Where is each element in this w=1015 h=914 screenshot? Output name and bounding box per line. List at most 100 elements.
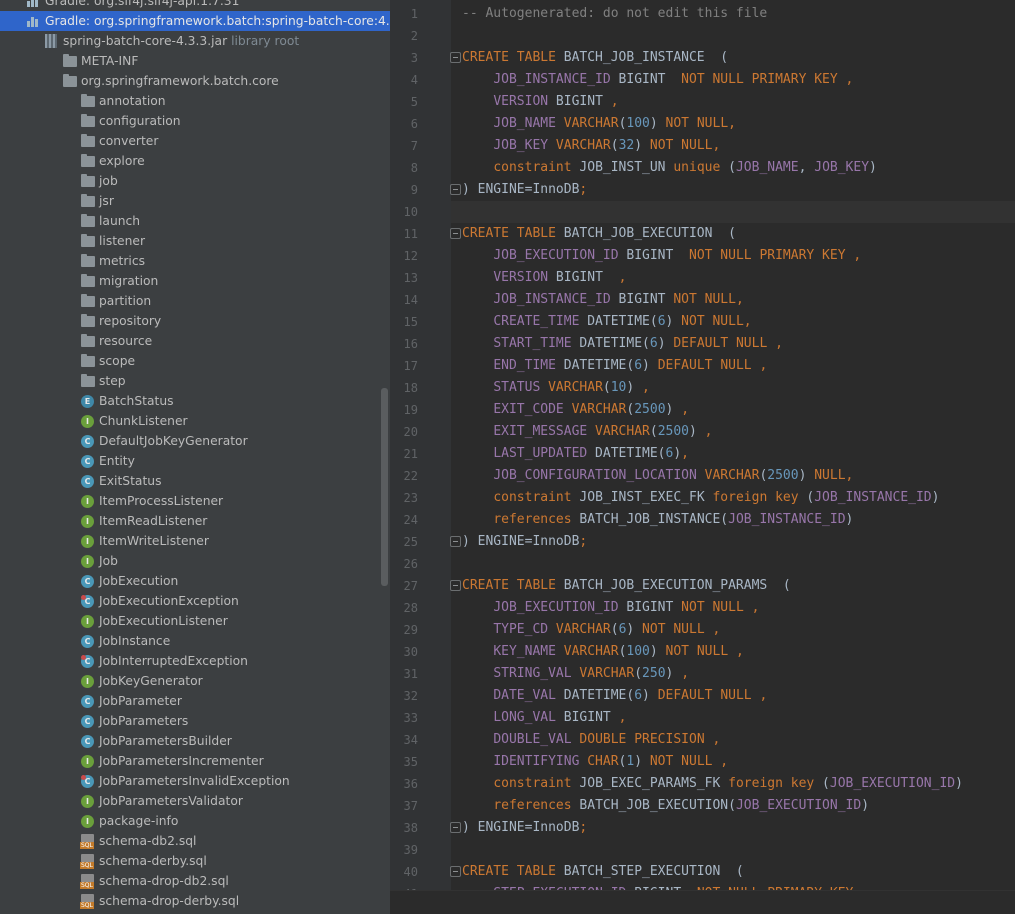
chevron-right-icon[interactable] [63, 351, 75, 371]
tree-row[interactable]: C JobParameters [0, 711, 390, 731]
tree-row[interactable]: schema-db2.sql [0, 831, 390, 851]
tree-row[interactable]: C DefaultJobKeyGenerator [0, 431, 390, 451]
code-line[interactable]: CREATE_TIME DATETIME(6) NOT NULL, [462, 311, 751, 333]
tree-row[interactable]: resource [0, 331, 390, 351]
tree-row[interactable]: job [0, 171, 390, 191]
chevron-right-icon[interactable] [63, 691, 75, 711]
chevron-right-icon[interactable] [63, 371, 75, 391]
tree-row[interactable]: converter [0, 131, 390, 151]
code-line[interactable]: constraint JOB_EXEC_PARAMS_FK foreign ke… [462, 773, 963, 795]
code-line[interactable]: JOB_EXECUTION_ID BIGINT NOT NULL , [462, 597, 759, 619]
chevron-right-icon[interactable] [63, 171, 75, 191]
tree-row[interactable]: E BatchStatus [0, 391, 390, 411]
code-line[interactable]: VERSION BIGINT , [462, 267, 626, 289]
tree-row[interactable]: jsr [0, 191, 390, 211]
tree-row[interactable]: Gradle: org.slf4j:slf4j-api:1.7.31 [0, 0, 390, 11]
tree-row[interactable]: I ChunkListener [0, 411, 390, 431]
code-line[interactable]: STRING_VAL VARCHAR(250) , [462, 663, 689, 685]
code-line[interactable]: VERSION BIGINT , [462, 91, 618, 113]
code-line[interactable]: CREATE TABLE BATCH_JOB_EXECUTION ( [462, 223, 736, 245]
code-line[interactable]: ) ENGINE=InnoDB; [462, 531, 587, 553]
tree-row[interactable]: partition [0, 291, 390, 311]
tree-row[interactable]: META-INF [0, 51, 390, 71]
code-line[interactable]: ) ENGINE=InnoDB; [462, 179, 587, 201]
fold-toggle-icon[interactable] [450, 580, 461, 591]
chevron-right-icon[interactable] [9, 0, 21, 11]
tree-row[interactable]: step [0, 371, 390, 391]
tree-row[interactable]: C JobInterruptedException [0, 651, 390, 671]
chevron-right-icon[interactable] [63, 91, 75, 111]
chevron-right-icon[interactable] [63, 111, 75, 131]
tree-row[interactable]: schema-drop-derby.sql [0, 891, 390, 911]
tree-row[interactable]: launch [0, 211, 390, 231]
code-line[interactable]: KEY_NAME VARCHAR(100) NOT NULL , [462, 641, 744, 663]
code-line[interactable]: constraint JOB_INST_EXEC_FK foreign key … [462, 487, 939, 509]
chevron-right-icon[interactable] [45, 51, 57, 71]
code-line[interactable]: TYPE_CD VARCHAR(6) NOT NULL , [462, 619, 720, 641]
chevron-down-icon[interactable] [27, 31, 39, 51]
tree-row[interactable]: I Job [0, 551, 390, 571]
code-line[interactable]: JOB_EXECUTION_ID BIGINT NOT NULL PRIMARY… [462, 245, 861, 267]
code-line[interactable]: DATE_VAL DATETIME(6) DEFAULT NULL , [462, 685, 767, 707]
code-line[interactable]: JOB_INSTANCE_ID BIGINT NOT NULL, [462, 289, 743, 311]
editor-horizontal-scrollbar[interactable] [390, 890, 1015, 914]
tree-row[interactable]: I ItemProcessListener [0, 491, 390, 511]
tree-row[interactable]: I JobExecutionListener [0, 611, 390, 631]
chevron-right-icon[interactable] [63, 251, 75, 271]
code-line[interactable]: END_TIME DATETIME(6) DEFAULT NULL , [462, 355, 767, 377]
tree-row[interactable]: org.springframework.batch.core [0, 71, 390, 91]
tree-row[interactable]: Gradle: org.springframework.batch:spring… [0, 11, 390, 31]
tree-row[interactable]: explore [0, 151, 390, 171]
chevron-right-icon[interactable] [63, 231, 75, 251]
code-line[interactable]: -- Autogenerated: do not edit this file [462, 3, 767, 25]
fold-toggle-icon[interactable] [450, 52, 461, 63]
chevron-down-icon[interactable] [9, 11, 21, 31]
tree-row[interactable]: I ItemReadListener [0, 511, 390, 531]
tree-row[interactable]: I JobParametersIncrementer [0, 751, 390, 771]
tree-row[interactable]: C JobParameter [0, 691, 390, 711]
fold-toggle-icon[interactable] [450, 536, 461, 547]
chevron-right-icon[interactable] [63, 291, 75, 311]
code-line[interactable]: JOB_KEY VARCHAR(32) NOT NULL, [462, 135, 720, 157]
tree-row[interactable]: C ExitStatus [0, 471, 390, 491]
tree-row[interactable]: I JobParametersValidator [0, 791, 390, 811]
chevron-right-icon[interactable] [63, 211, 75, 231]
tree-row[interactable]: C JobExecution [0, 571, 390, 591]
tree-row[interactable]: C JobParametersBuilder [0, 731, 390, 751]
code-line[interactable]: references BATCH_JOB_EXECUTION(JOB_EXECU… [462, 795, 869, 817]
tree-row[interactable]: scope [0, 351, 390, 371]
tree-row[interactable]: annotation [0, 91, 390, 111]
tree-row[interactable]: repository [0, 311, 390, 331]
code-line[interactable]: CREATE TABLE BATCH_JOB_INSTANCE ( [462, 47, 728, 69]
code-line[interactable]: JOB_NAME VARCHAR(100) NOT NULL, [462, 113, 736, 135]
code-line[interactable]: EXIT_CODE VARCHAR(2500) , [462, 399, 689, 421]
tree-row[interactable]: C JobInstance [0, 631, 390, 651]
tree-row[interactable]: schema-derby.sql [0, 851, 390, 871]
tree-row[interactable]: C Entity [0, 451, 390, 471]
tree-row[interactable]: C JobExecutionException [0, 591, 390, 611]
chevron-right-icon[interactable] [63, 271, 75, 291]
code-line[interactable]: JOB_CONFIGURATION_LOCATION VARCHAR(2500)… [462, 465, 853, 487]
chevron-right-icon[interactable] [63, 131, 75, 151]
code-line[interactable]: ) ENGINE=InnoDB; [462, 817, 587, 839]
chevron-right-icon[interactable] [63, 191, 75, 211]
project-tree-scrollbar-thumb[interactable] [381, 388, 388, 586]
code-line[interactable]: JOB_INSTANCE_ID BIGINT NOT NULL PRIMARY … [462, 69, 853, 91]
code-line[interactable]: EXIT_MESSAGE VARCHAR(2500) , [462, 421, 712, 443]
code-line[interactable]: LAST_UPDATED DATETIME(6), [462, 443, 689, 465]
fold-toggle-icon[interactable] [450, 866, 461, 877]
code-line[interactable]: constraint JOB_INST_UN unique (JOB_NAME,… [462, 157, 877, 179]
chevron-right-icon[interactable] [63, 331, 75, 351]
code-line[interactable]: STATUS VARCHAR(10) , [462, 377, 650, 399]
chevron-right-icon[interactable] [63, 311, 75, 331]
fold-toggle-icon[interactable] [450, 228, 461, 239]
tree-row[interactable]: I JobKeyGenerator [0, 671, 390, 691]
code-line[interactable]: references BATCH_JOB_INSTANCE(JOB_INSTAN… [462, 509, 853, 531]
code-line[interactable]: DOUBLE_VAL DOUBLE PRECISION , [462, 729, 720, 751]
chevron-right-icon[interactable] [63, 151, 75, 171]
tree-row[interactable]: migration [0, 271, 390, 291]
code-line[interactable]: CREATE TABLE BATCH_STEP_EXECUTION ( [462, 861, 744, 883]
tree-row[interactable]: I ItemWriteListener [0, 531, 390, 551]
code-line[interactable]: CREATE TABLE BATCH_JOB_EXECUTION_PARAMS … [462, 575, 791, 597]
tree-row[interactable]: Ipackage-info [0, 811, 390, 831]
